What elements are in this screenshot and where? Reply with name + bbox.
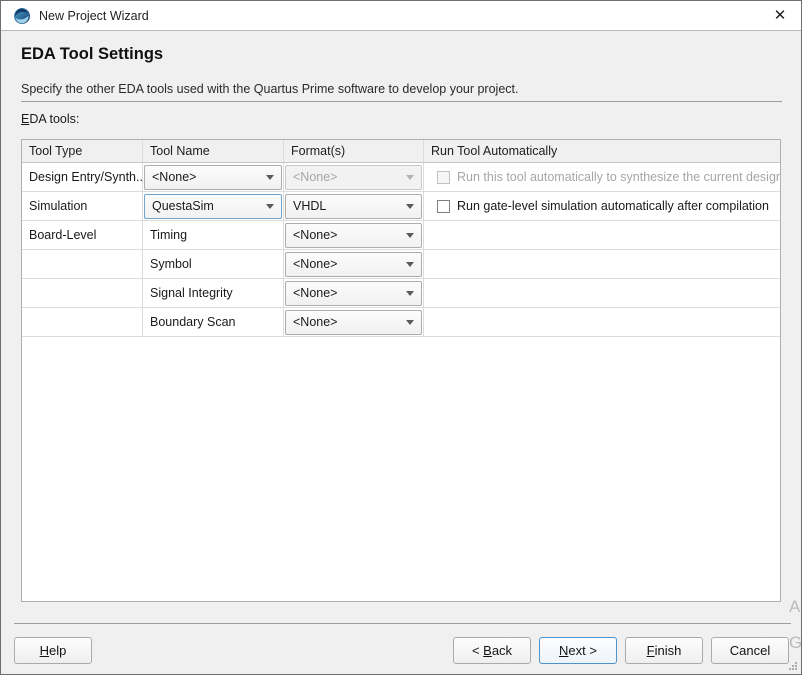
tool-type-cell[interactable]: Design Entry/Synth... [22, 163, 143, 191]
page-description: Specify the other EDA tools used with th… [21, 82, 518, 96]
tool-type-cell[interactable] [22, 279, 143, 307]
title-bar: New Project Wizard ✕ [1, 1, 801, 31]
watermark-letter-g: G [789, 633, 802, 653]
back-button[interactable]: < Back [453, 637, 531, 664]
run-tool-cell [424, 308, 780, 336]
run-tool-cell [424, 279, 780, 307]
table-row: Board-Level Timing <None> [22, 221, 780, 250]
table-row: Simulation QuestaSim VHDL Run gate-level… [22, 192, 780, 221]
tool-name-dropdown[interactable]: QuestaSim [144, 194, 282, 219]
format-dropdown[interactable]: <None> [285, 223, 422, 248]
tool-name-cell[interactable]: Timing [143, 221, 284, 249]
eda-tools-label: EDA tools: [21, 112, 79, 126]
table-header-row: Tool Type Tool Name Format(s) Run Tool A… [22, 140, 780, 163]
run-tool-cell: Run this tool automatically to synthesiz… [424, 163, 780, 191]
chevron-down-icon [266, 204, 274, 209]
next-button[interactable]: Next > [539, 637, 617, 664]
format-cell: VHDL [284, 192, 424, 220]
page-title: EDA Tool Settings [21, 45, 163, 64]
format-dropdown[interactable]: <None> [285, 281, 422, 306]
run-tool-cell: Run gate-level simulation automatically … [424, 192, 780, 220]
format-cell: <None> [284, 308, 424, 336]
format-dropdown[interactable]: <None> [285, 252, 422, 277]
watermark-letter-a: A [789, 597, 800, 617]
table-row: Design Entry/Synth... <None> <None> Run … [22, 163, 780, 192]
format-cell: <None> [284, 279, 424, 307]
tool-type-cell[interactable] [22, 250, 143, 278]
resize-grip[interactable] [788, 661, 798, 671]
header-divider [21, 101, 782, 102]
footer-divider [14, 623, 791, 624]
tool-name-cell[interactable]: Boundary Scan [143, 308, 284, 336]
table-row: Signal Integrity <None> [22, 279, 780, 308]
wizard-nav-buttons: < Back Next > Finish Cancel [453, 637, 789, 664]
format-cell: <None> [284, 221, 424, 249]
chevron-down-icon [406, 320, 414, 325]
run-tool-checkbox-label: Run this tool automatically to synthesiz… [457, 170, 780, 184]
tool-type-cell[interactable]: Simulation [22, 192, 143, 220]
column-header-formats[interactable]: Format(s) [284, 140, 424, 162]
format-cell: <None> [284, 250, 424, 278]
format-dropdown[interactable]: VHDL [285, 194, 422, 219]
quartus-logo-icon [13, 7, 31, 25]
chevron-down-icon [406, 233, 414, 238]
run-tool-checkbox-disabled [437, 171, 450, 184]
table-row: Symbol <None> [22, 250, 780, 279]
run-tool-checkbox[interactable] [437, 200, 450, 213]
table-row: Boundary Scan <None> [22, 308, 780, 337]
column-header-tool-name[interactable]: Tool Name [143, 140, 284, 162]
window-title: New Project Wizard [39, 9, 769, 23]
tool-name-dropdown[interactable]: <None> [144, 165, 282, 190]
run-tool-checkbox-label: Run gate-level simulation automatically … [457, 199, 769, 213]
tool-type-cell[interactable] [22, 308, 143, 336]
chevron-down-icon [406, 291, 414, 296]
column-header-tool-type[interactable]: Tool Type [22, 140, 143, 162]
tool-name-cell: QuestaSim [143, 192, 284, 220]
help-button[interactable]: Help [14, 637, 92, 664]
tool-name-cell[interactable]: Symbol [143, 250, 284, 278]
chevron-down-icon [406, 175, 414, 180]
new-project-wizard-dialog: New Project Wizard ✕ EDA Tool Settings S… [0, 0, 802, 675]
cancel-button[interactable]: Cancel [711, 637, 789, 664]
tool-name-cell[interactable]: Signal Integrity [143, 279, 284, 307]
chevron-down-icon [266, 175, 274, 180]
format-cell: <None> [284, 163, 424, 191]
run-tool-cell [424, 221, 780, 249]
format-dropdown[interactable]: <None> [285, 310, 422, 335]
close-icon[interactable]: ✕ [769, 5, 791, 27]
chevron-down-icon [406, 204, 414, 209]
run-tool-cell [424, 250, 780, 278]
column-header-run-tool[interactable]: Run Tool Automatically [424, 140, 780, 162]
finish-button[interactable]: Finish [625, 637, 703, 664]
format-dropdown-disabled: <None> [285, 165, 422, 190]
eda-tools-table: Tool Type Tool Name Format(s) Run Tool A… [21, 139, 781, 602]
tool-type-cell[interactable]: Board-Level [22, 221, 143, 249]
chevron-down-icon [406, 262, 414, 267]
tool-name-cell: <None> [143, 163, 284, 191]
